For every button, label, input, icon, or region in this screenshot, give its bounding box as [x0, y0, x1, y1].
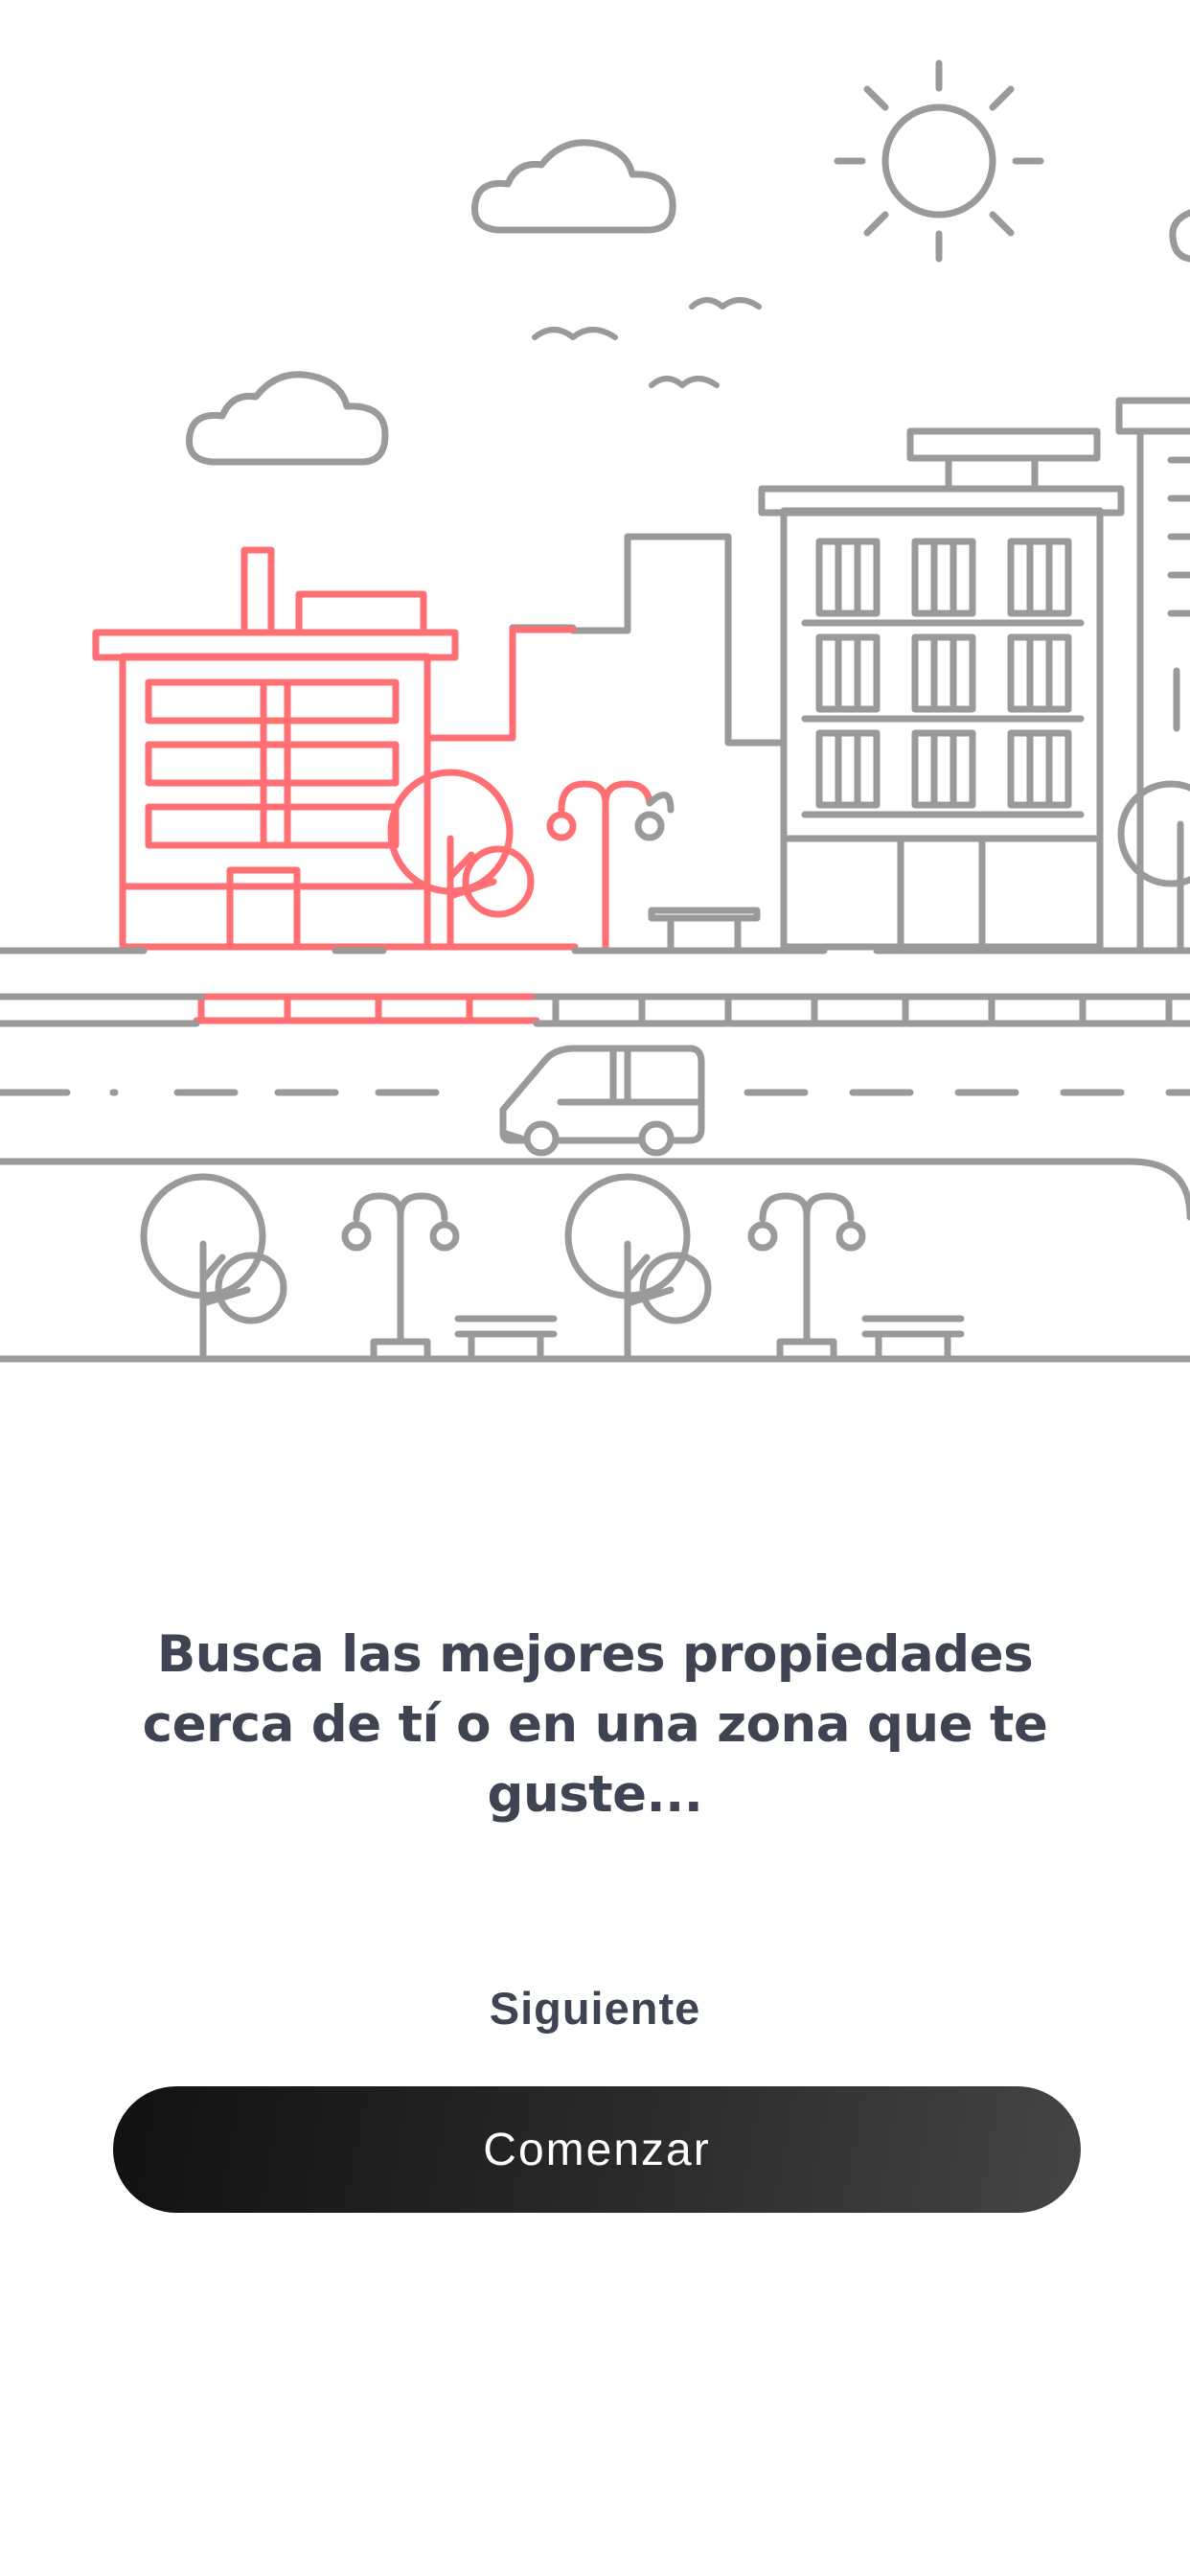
next-button[interactable]: Siguiente	[0, 1982, 1190, 2035]
park-trees-icon	[140, 1173, 712, 1363]
birds-icon	[532, 297, 762, 388]
bench-icon	[454, 1315, 965, 1363]
lamp-icon	[646, 792, 675, 814]
street-icon	[0, 947, 1190, 1363]
cloud-edge-icon	[1169, 209, 1190, 263]
city-illustration	[0, 59, 1190, 1363]
cloud-icon	[471, 139, 676, 234]
van-icon	[499, 1045, 705, 1157]
buildings-icon	[509, 397, 1190, 951]
lamp-light-icon	[634, 811, 665, 841]
onboarding-headline: Busca las mejores propiedades cerca de t…	[142, 1625, 1048, 1824]
cloud-icon	[186, 371, 389, 466]
street-lamp-icon	[341, 1192, 866, 1363]
start-button[interactable]: Comenzar	[113, 2086, 1081, 2213]
sun-icon	[834, 59, 1044, 263]
